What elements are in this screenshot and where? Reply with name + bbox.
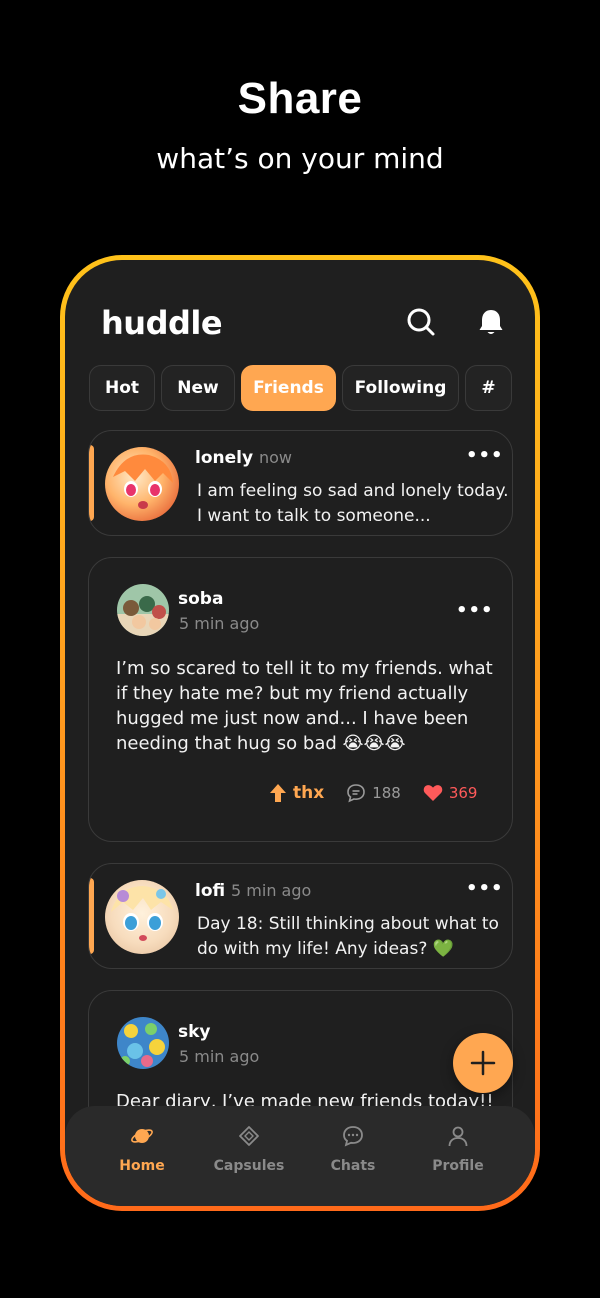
diamond-icon	[239, 1126, 259, 1146]
nav-label: Home	[119, 1158, 165, 1174]
post-card[interactable]: soba 5 min ago ••• I’m so scared to tell…	[88, 557, 513, 842]
arrow-up-icon	[270, 784, 286, 802]
tab-hashtag[interactable]: #	[465, 365, 512, 411]
planet-icon	[131, 1129, 153, 1143]
username[interactable]: soba	[178, 589, 223, 609]
more-options-icon[interactable]: •••	[466, 445, 504, 466]
like-button[interactable]: 369	[423, 784, 478, 802]
like-count: 369	[448, 784, 478, 802]
post-text: Day 18: Still thinking about what to do …	[197, 912, 499, 962]
phone-frame: huddle Hot New Friends Following # lonel…	[60, 255, 540, 1211]
app-screen: huddle Hot New Friends Following # lonel…	[65, 260, 535, 1206]
thx-label: thx	[293, 783, 325, 803]
nav-capsules[interactable]: Capsules	[204, 1124, 294, 1174]
post-text: I’m so scared to tell it to my friends. …	[116, 656, 493, 756]
new-post-button[interactable]	[453, 1033, 513, 1093]
post-stats: thx 188 369	[269, 783, 477, 803]
feed-tabs: Hot New Friends Following #	[89, 365, 512, 411]
thx-button[interactable]: thx	[269, 783, 324, 803]
more-options-icon[interactable]: •••	[466, 878, 504, 899]
post-text: I am feeling so sad and lonely today. I …	[197, 479, 509, 529]
hero-title: Share	[237, 74, 363, 123]
post-text-line: hugged me just now and... I have been	[116, 708, 469, 729]
post-text-line: needing that hug so bad 😭😭😭	[116, 733, 406, 754]
tab-hot[interactable]: Hot	[89, 365, 155, 411]
comments-button[interactable]: 188	[346, 783, 401, 803]
nav-home[interactable]: Home	[97, 1124, 187, 1174]
avatar[interactable]	[117, 584, 169, 636]
avatar[interactable]	[117, 1017, 169, 1069]
post-card[interactable]: lonely now ••• I am feeling so sad and l…	[88, 430, 513, 536]
post-header: lonely now	[195, 448, 292, 468]
bottom-nav: Home Capsules Chats Profile	[65, 1106, 535, 1206]
plus-icon	[470, 1050, 496, 1076]
post-text-line: I want to talk to someone...	[197, 506, 431, 526]
heart-icon	[423, 785, 443, 801]
post-text-line: I’m so scared to tell it to my friends. …	[116, 658, 493, 679]
tab-new[interactable]: New	[161, 365, 235, 411]
nav-label: Profile	[432, 1158, 484, 1174]
more-options-icon[interactable]: •••	[456, 600, 494, 621]
hero-subtitle: what’s on your mind	[156, 142, 444, 175]
tab-friends[interactable]: Friends	[241, 365, 336, 411]
search-icon[interactable]	[405, 306, 437, 338]
username[interactable]: sky	[178, 1022, 211, 1042]
chat-icon	[343, 1126, 363, 1147]
comment-count: 188	[372, 784, 401, 802]
username[interactable]: lonely	[195, 448, 253, 468]
timestamp: 5 min ago	[179, 1047, 260, 1066]
nav-label: Capsules	[213, 1158, 285, 1174]
nav-chats[interactable]: Chats	[308, 1124, 398, 1174]
tab-following[interactable]: Following	[342, 365, 459, 411]
avatar[interactable]	[105, 880, 179, 954]
nav-profile[interactable]: Profile	[413, 1124, 503, 1174]
post-text-line: do with my life! Any ideas? 💚	[197, 939, 454, 959]
username[interactable]: lofi	[195, 881, 225, 901]
post-card[interactable]: lofi 5 min ago ••• Day 18: Still thinkin…	[88, 863, 513, 969]
post-text-line: I am feeling so sad and lonely today.	[197, 481, 509, 501]
timestamp: 5 min ago	[179, 614, 260, 633]
post-header: lofi 5 min ago	[195, 881, 311, 901]
app-logo: huddle	[101, 304, 223, 342]
post-text-line: Day 18: Still thinking about what to	[197, 914, 499, 934]
post-text-line: if they hate me? but my friend actually	[116, 683, 469, 704]
nav-label: Chats	[330, 1158, 376, 1174]
comment-icon	[347, 784, 366, 803]
avatar[interactable]	[105, 447, 179, 521]
person-icon	[448, 1126, 468, 1147]
timestamp: now	[258, 448, 292, 467]
bell-icon[interactable]	[475, 306, 507, 338]
timestamp: 5 min ago	[231, 881, 312, 900]
